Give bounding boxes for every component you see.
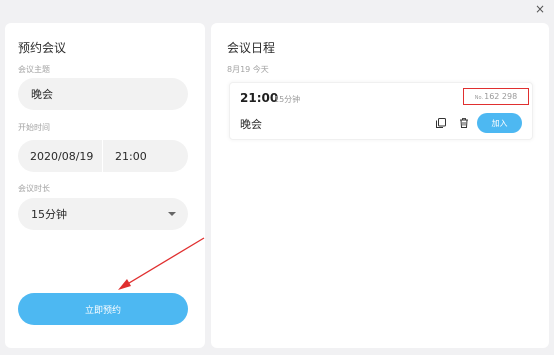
booking-panel: 预约会议 会议主题 晚会 开始时间 2020/08/19 21:00 会议时长 …	[5, 23, 205, 348]
duration-select[interactable]: 15分钟	[18, 198, 188, 230]
book-now-button[interactable]: 立即预约	[18, 293, 188, 325]
meeting-card[interactable]: 21:00 15分钟 No. 162 298 晚会 加入	[229, 82, 533, 140]
start-date-input[interactable]: 2020/08/19	[18, 140, 103, 172]
schedule-title: 会议日程	[227, 41, 276, 55]
book-now-label: 立即预约	[84, 305, 121, 316]
meeting-number-highlight: No. 162 298	[463, 88, 529, 105]
start-time-input[interactable]: 21:00	[103, 150, 147, 163]
topic-input[interactable]: 晚会	[18, 78, 188, 110]
join-button[interactable]: 加入	[477, 113, 522, 133]
meeting-name: 晚会	[240, 118, 262, 131]
topic-label: 会议主题	[18, 65, 50, 74]
start-datetime-field: 2020/08/19 21:00	[18, 140, 188, 172]
booking-title: 预约会议	[18, 41, 67, 55]
duration-label: 会议时长	[18, 184, 50, 193]
meeting-time: 21:00	[240, 91, 279, 105]
schedule-panel: 会议日程 8月19 今天 21:00 15分钟 No. 162 298 晚会 加…	[211, 23, 549, 348]
start-date-value: 2020/08/19	[30, 149, 94, 163]
close-icon[interactable]: ×	[535, 2, 545, 16]
topic-value: 晚会	[31, 88, 53, 101]
close-button[interactable]: ×	[532, 0, 548, 18]
chevron-down-icon	[168, 212, 176, 216]
start-time-value: 21:00	[115, 149, 147, 163]
copy-icon[interactable]	[435, 117, 447, 129]
duration-value: 15分钟	[31, 208, 67, 221]
trash-icon[interactable]	[458, 117, 470, 129]
meeting-duration: 15分钟	[274, 95, 301, 104]
meeting-number: 162 298	[484, 92, 518, 101]
join-label: 加入	[491, 118, 508, 128]
schedule-date-label: 8月19 今天	[227, 65, 269, 74]
start-time-label: 开始时间	[18, 123, 50, 132]
meeting-number-prefix: No.	[474, 94, 484, 101]
